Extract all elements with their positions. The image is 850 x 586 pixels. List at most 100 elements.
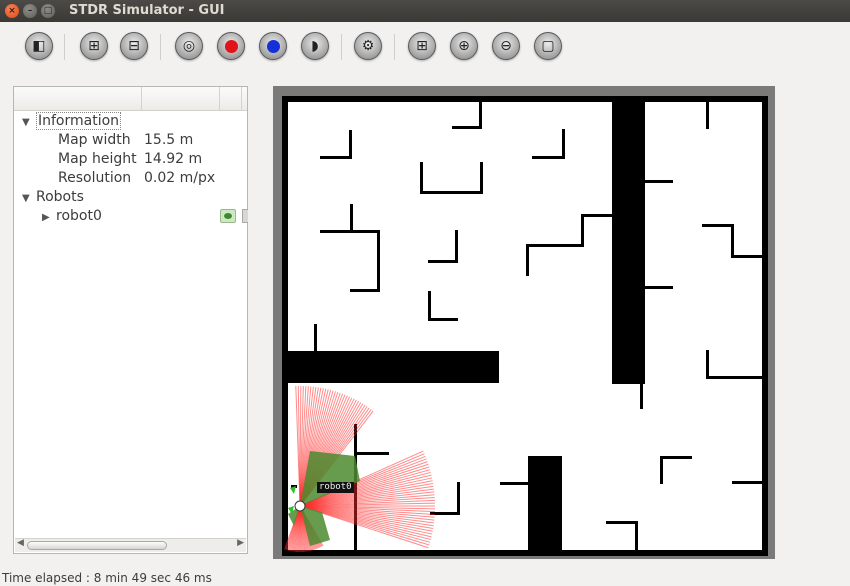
zoom-in-button[interactable]: ⊕ [450, 32, 478, 60]
wall-segment [377, 230, 380, 292]
adjust-map-button[interactable]: ▢ [534, 32, 562, 60]
rfid-tag-icon: ◎ [182, 38, 196, 54]
wall-segment [706, 376, 762, 379]
sound-source-icon: ◗ [311, 38, 319, 54]
wall-segment [532, 156, 564, 159]
info-tree-panel: ▼ Information Map width 15.5 m Map height… [13, 86, 248, 554]
robot-secondary-toggle[interactable] [242, 209, 248, 223]
map-border-right [762, 96, 768, 556]
zoom-out-icon: ⊖ [500, 38, 512, 54]
wall-segment [581, 214, 584, 247]
scrollbar-thumb[interactable] [27, 541, 167, 550]
load-map-button[interactable]: ◧ [25, 32, 53, 60]
wall-segment [581, 214, 612, 217]
wall-segment [428, 260, 458, 263]
time-elapsed-status: Time elapsed : 8 min 49 sec 46 ms [2, 571, 212, 585]
co2-source-icon [224, 39, 238, 53]
tree-item-label: robot0 [56, 208, 102, 224]
robot-visibility-toggle[interactable] [220, 209, 236, 223]
wall-segment [706, 350, 709, 378]
settings-button[interactable]: ⚙ [354, 32, 382, 60]
toolbar-separator [341, 34, 342, 60]
info-value-map-width: 15.5 m [144, 132, 194, 148]
wall-segment [457, 482, 460, 515]
info-key: Map height [58, 151, 137, 167]
zoom-out-button[interactable]: ⊖ [492, 32, 520, 60]
wall-segment [320, 156, 352, 159]
map-view[interactable]: robot0 [273, 86, 775, 559]
scroll-left-icon[interactable]: ◀ [17, 538, 24, 548]
wall-segment [732, 481, 762, 484]
grid-icon: ⊞ [416, 38, 428, 54]
scroll-right-icon[interactable]: ▶ [237, 538, 244, 548]
window-minimize-button[interactable]: – [23, 4, 37, 18]
thermal-source-button[interactable] [259, 32, 287, 60]
wall-bar [288, 351, 499, 383]
wall-segment [420, 191, 483, 194]
settings-gear-icon: ⚙ [361, 38, 375, 54]
robot-body[interactable] [294, 500, 306, 512]
map-border-bottom [282, 550, 768, 556]
tree-item-robot0[interactable]: ▶ robot0 [42, 207, 102, 226]
map-canvas[interactable]: robot0 [282, 96, 768, 556]
info-row-resolution: Resolution [58, 169, 131, 188]
header-divider [141, 87, 142, 111]
wall-segment [635, 521, 638, 550]
rfid-tag-button[interactable]: ◎ [175, 32, 203, 60]
wall-segment [606, 521, 638, 524]
window-maximize-button[interactable]: □ [41, 4, 55, 18]
info-value-map-height: 14.92 m [144, 151, 203, 167]
wall-segment [562, 129, 565, 159]
horizontal-scrollbar[interactable]: ◀ ▶ [15, 538, 246, 552]
wall-segment [645, 286, 673, 289]
wall-segment [640, 356, 643, 409]
robot-marker [290, 486, 296, 494]
tree-item-label: Robots [36, 189, 84, 205]
toolbar-separator [64, 34, 65, 60]
toolbar-separator [160, 34, 161, 60]
tree-item-robots[interactable]: ▼ Robots [22, 188, 84, 207]
co2-source-button[interactable] [217, 32, 245, 60]
wall-segment [455, 230, 458, 263]
wall-segment [349, 130, 352, 159]
info-row-map-height: Map height [58, 150, 137, 169]
tree-item-information[interactable]: ▼ Information [22, 112, 122, 132]
sound-source-button[interactable]: ◗ [301, 32, 329, 60]
wall-pillar [612, 102, 645, 384]
wall-segment [428, 318, 458, 321]
load-robot-icon: ⊟ [128, 38, 140, 54]
wall-segment [702, 224, 734, 227]
wall-segment [350, 204, 353, 233]
add-robot-icon: ⊞ [88, 38, 100, 54]
load-robot-button[interactable]: ⊟ [120, 32, 148, 60]
wall-segment [645, 180, 673, 183]
expand-arrow-icon[interactable]: ▶ [42, 208, 56, 227]
zoom-in-icon: ⊕ [458, 38, 470, 54]
wall-segment [314, 324, 317, 351]
tree-header [14, 87, 247, 111]
header-divider [241, 87, 242, 111]
wall-segment [500, 482, 528, 485]
wall-segment [526, 244, 529, 276]
wall-segment [428, 291, 431, 319]
info-key: Resolution [58, 170, 132, 186]
wall-segment [731, 224, 734, 258]
wall-segment [420, 162, 423, 194]
load-map-icon: ◧ [32, 38, 46, 54]
wall-segment [350, 289, 380, 292]
map-border-top [282, 96, 768, 102]
main-toolbar: ◧ ⊞ ⊟ ◎ ◗ ⚙ ⊞ ⊕ ⊖ ▢ [0, 22, 850, 68]
collapse-arrow-icon[interactable]: ▼ [22, 189, 36, 208]
grid-toggle-button[interactable]: ⊞ [408, 32, 436, 60]
wall-segment [526, 244, 584, 247]
collapse-arrow-icon[interactable]: ▼ [22, 113, 36, 132]
wall-segment [731, 255, 762, 258]
tree-item-label: Information [36, 112, 122, 130]
map-border-left [282, 96, 288, 556]
window-close-button[interactable]: × [5, 4, 19, 18]
add-robot-button[interactable]: ⊞ [80, 32, 108, 60]
thermal-source-icon [266, 39, 280, 53]
wall-block [528, 456, 562, 550]
adjust-map-icon: ▢ [541, 38, 555, 54]
wall-segment [452, 126, 482, 129]
